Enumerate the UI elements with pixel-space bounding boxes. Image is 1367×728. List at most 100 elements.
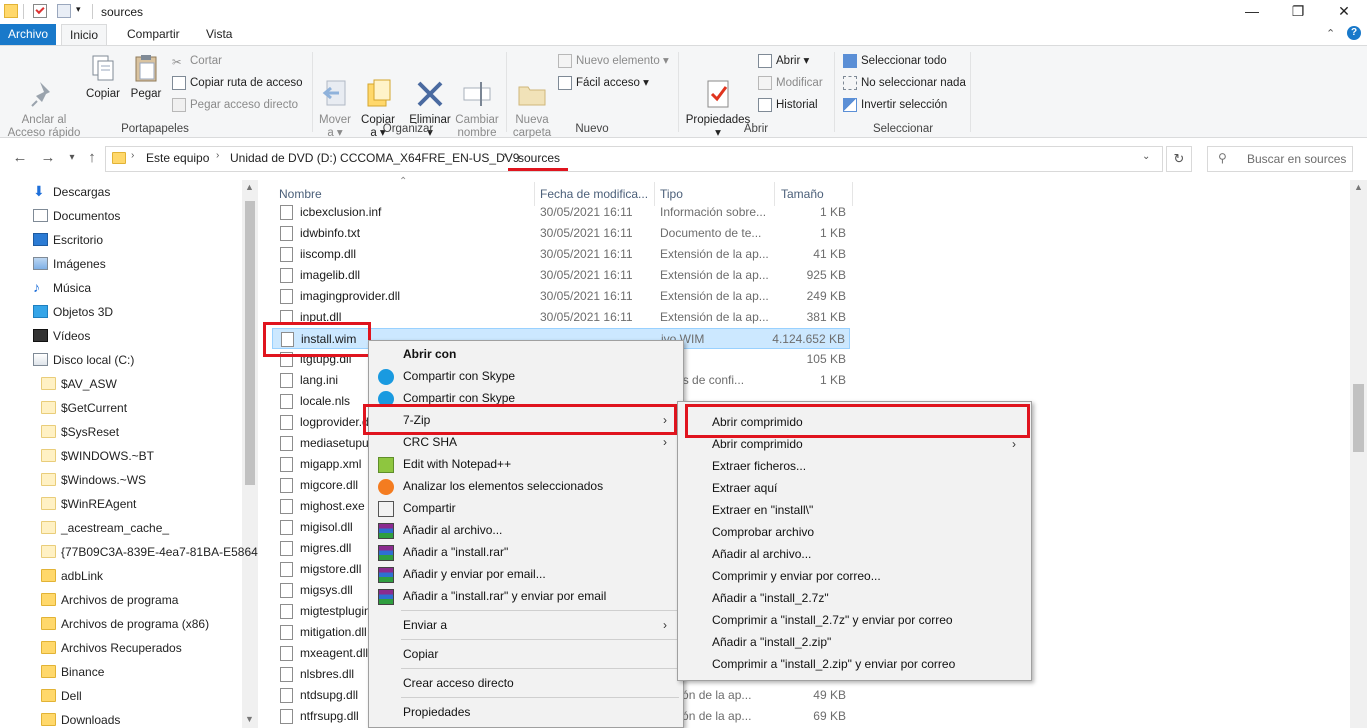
address-dropdown-icon[interactable]: ⌄ <box>1142 151 1150 162</box>
submenu-item[interactable]: Comprimir a "install_2.7z" y enviar por … <box>678 609 1031 631</box>
new-item-button[interactable]: Nuevo elemento ▾ <box>558 52 669 70</box>
menu-item[interactable]: Abrir con <box>369 343 683 365</box>
maximize-button[interactable]: ❐ <box>1275 0 1321 24</box>
column-fecha[interactable]: Fecha de modifica... <box>540 187 648 201</box>
invert-selection-button[interactable]: Invertir selección <box>843 96 947 114</box>
breadcrumb-dvd-drive[interactable]: Unidad de DVD (D:) CCCOMA_X64FRE_EN-US_D… <box>230 151 519 165</box>
copy-button[interactable]: Copiar <box>84 52 122 101</box>
column-nombre[interactable]: Nombre <box>279 187 322 201</box>
file-list-scrollbar-thumb[interactable] <box>1353 384 1364 452</box>
quick-access-dropdown-icon[interactable]: ▾ <box>76 4 81 15</box>
submenu-item[interactable]: Añadir a "install_2.zip" <box>678 631 1031 653</box>
group-divider <box>678 52 679 132</box>
edit-button[interactable]: Modificar <box>758 74 823 92</box>
scroll-up-icon[interactable]: ▲ <box>245 182 254 192</box>
submenu-item[interactable]: Comprimir y enviar por correo... <box>678 565 1031 587</box>
forward-arrow-icon[interactable]: → <box>38 149 58 166</box>
file-list-scrollbar[interactable]: ▲ <box>1350 180 1367 728</box>
submenu-item[interactable]: Extraer en "install\" <box>678 499 1031 521</box>
paste-icon <box>130 52 162 84</box>
submenu-item[interactable]: Comprobar archivo <box>678 521 1031 543</box>
scroll-down-icon[interactable]: ▼ <box>245 714 254 724</box>
menu-item[interactable]: Edit with Notepad++ <box>369 453 683 475</box>
breadcrumb-sources[interactable]: sources <box>518 151 560 165</box>
file-name: imagelib.dll <box>300 268 361 282</box>
help-icon[interactable]: ? <box>1347 26 1361 40</box>
menu-separator <box>401 668 679 669</box>
breadcrumb-chevron-icon[interactable]: › <box>503 150 506 161</box>
menu-item-label: Analizar los elementos seleccionados <box>403 479 604 493</box>
menu-item[interactable]: Analizar los elementos seleccionados <box>369 475 683 497</box>
pictures-icon <box>33 257 48 270</box>
properties-quick-icon[interactable] <box>33 4 47 18</box>
search-input[interactable]: ⚲ Buscar en sources <box>1207 146 1353 172</box>
tab-vista[interactable]: Vista <box>198 24 240 46</box>
table-row[interactable]: iiscomp.dll 30/05/2021 16:11 Extensión de … <box>272 244 850 265</box>
easy-access-button[interactable]: Fácil acceso ▾ <box>558 74 649 92</box>
nav-scrollbar[interactable]: ▲ ▼ <box>242 180 258 728</box>
submenu-item[interactable]: Extraer aquí <box>678 477 1031 499</box>
menu-item[interactable]: Compartir <box>369 497 683 519</box>
nav-scrollbar-thumb[interactable] <box>245 201 255 485</box>
folder-icon <box>41 617 56 630</box>
column-tipo[interactable]: Tipo <box>660 187 683 201</box>
copy-path-button[interactable]: Copiar ruta de acceso <box>172 74 303 92</box>
search-placeholder: Buscar en sources <box>1247 152 1347 166</box>
menu-item[interactable]: Crear acceso directo <box>369 672 683 694</box>
menu-item[interactable]: Enviar a › <box>369 614 683 636</box>
file-type: Extensión de la ap... <box>660 268 769 282</box>
file-icon <box>280 394 293 409</box>
paste-button[interactable]: Pegar <box>127 52 165 101</box>
column-tamano[interactable]: Tamaño <box>781 187 824 201</box>
tab-compartir[interactable]: Compartir <box>119 24 188 46</box>
column-divider[interactable] <box>852 182 853 206</box>
divider <box>23 4 24 19</box>
menu-item[interactable]: Añadir al archivo... <box>369 519 683 541</box>
menu-item[interactable]: Propiedades <box>369 701 683 723</box>
up-arrow-icon[interactable]: ↑ <box>82 149 102 166</box>
menu-item-label: Crear acceso directo <box>403 676 514 690</box>
back-arrow-icon[interactable]: ← <box>10 149 30 166</box>
breadcrumb-chevron-icon[interactable]: › <box>131 150 134 161</box>
select-all-button[interactable]: Seleccionar todo <box>843 52 947 70</box>
table-row[interactable]: imagelib.dll 30/05/2021 16:11 Extensión de… <box>272 265 850 286</box>
menu-item[interactable]: Compartir con Skype <box>369 365 683 387</box>
folder-icon <box>112 152 126 164</box>
table-row[interactable]: imagingprovider.dll 30/05/2021 16:11 Exten… <box>272 286 850 307</box>
delete-x-icon <box>414 65 446 107</box>
new-folder-quick-icon[interactable] <box>57 4 71 18</box>
tab-inicio[interactable]: Inicio <box>61 24 108 46</box>
paste-shortcut-button[interactable]: Pegar acceso directo <box>172 96 298 114</box>
file-icon <box>280 625 293 640</box>
table-row[interactable]: icbexclusion.inf 30/05/2021 16:11 Informac… <box>272 202 850 223</box>
submenu-item[interactable]: Extraer ficheros... <box>678 455 1031 477</box>
minimize-button[interactable]: — <box>1229 0 1275 24</box>
file-icon <box>280 415 293 430</box>
submenu-item[interactable]: Añadir al archivo... <box>678 543 1031 565</box>
menu-item[interactable]: Copiar <box>369 643 683 665</box>
menu-item[interactable]: Añadir y enviar por email... <box>369 563 683 585</box>
submenu-item[interactable]: Añadir a "install_2.7z" <box>678 587 1031 609</box>
refresh-icon[interactable]: ↻ <box>1166 146 1192 172</box>
folder-light-icon <box>41 401 56 414</box>
tab-archivo[interactable]: Archivo <box>0 24 56 46</box>
history-button[interactable]: Historial <box>758 96 818 114</box>
submenu-item[interactable]: Comprimir a "install_2.zip" y enviar por… <box>678 653 1031 675</box>
recent-locations-chevron-icon[interactable]: ▾ <box>62 152 82 163</box>
nav-item-label: Vídeos <box>53 329 91 343</box>
menu-item[interactable]: Añadir a "install.rar" y enviar por emai… <box>369 585 683 607</box>
scroll-up-icon[interactable]: ▲ <box>1354 182 1363 192</box>
submenu-item-label: Añadir al archivo... <box>712 547 812 561</box>
table-row[interactable]: idwbinfo.txt 30/05/2021 16:11 Documento de… <box>272 223 850 244</box>
collapse-ribbon-icon[interactable]: ⌃ <box>1326 27 1335 40</box>
breadcrumb-chevron-icon[interactable]: › <box>216 150 219 161</box>
menu-item[interactable]: Añadir a "install.rar" <box>369 541 683 563</box>
close-button[interactable]: ✕ <box>1321 0 1367 24</box>
pin-quick-access-button[interactable]: Anclar al Acceso rápido <box>6 52 82 140</box>
breadcrumb-este-equipo[interactable]: Este equipo <box>146 151 209 165</box>
select-none-button[interactable]: No seleccionar nada <box>843 74 966 92</box>
cut-button[interactable]: ✂ Cortar <box>172 52 222 70</box>
properties-icon <box>702 65 734 108</box>
avast-icon <box>378 479 394 495</box>
open-button[interactable]: Abrir ▾ <box>758 52 809 70</box>
